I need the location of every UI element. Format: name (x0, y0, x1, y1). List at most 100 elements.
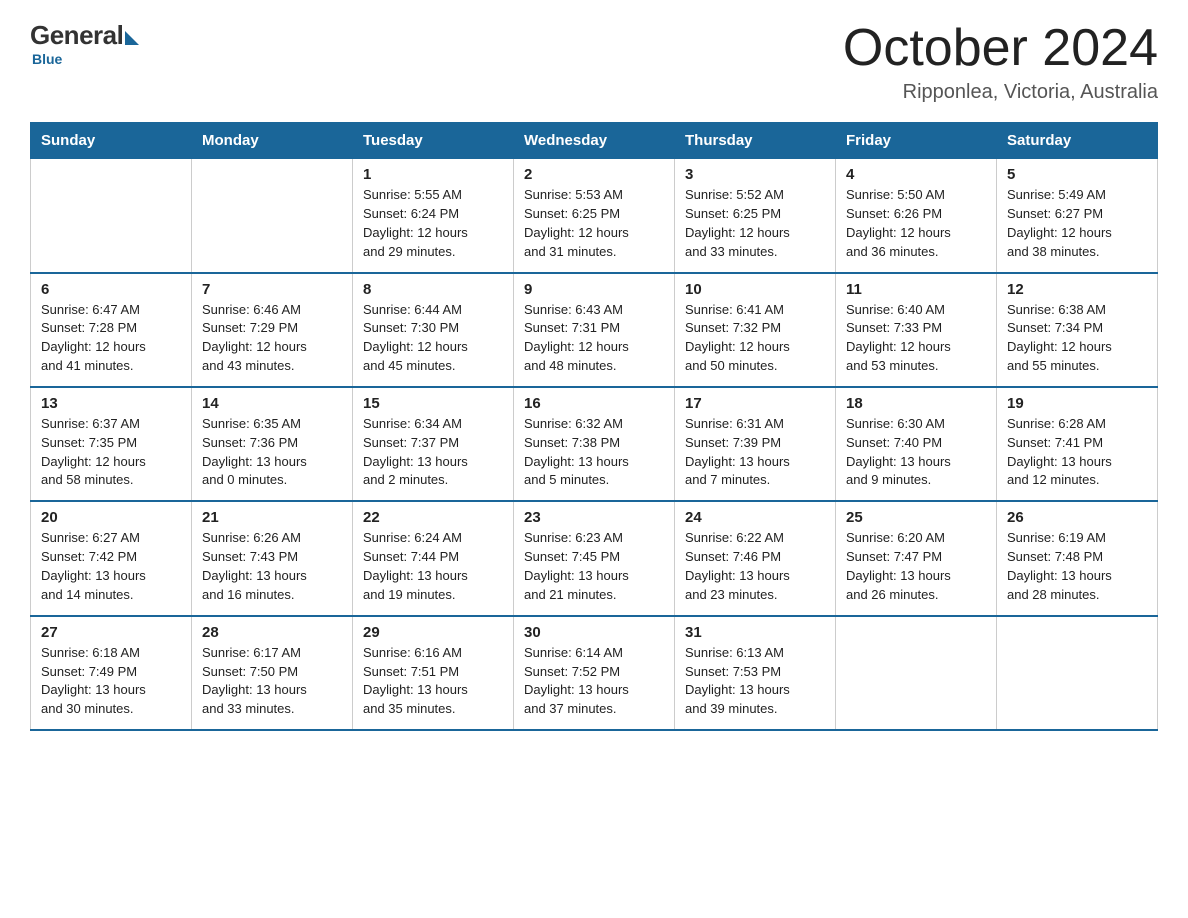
header-sunday: Sunday (31, 123, 192, 159)
calendar-cell: 9Sunrise: 6:43 AM Sunset: 7:31 PM Daylig… (514, 273, 675, 387)
header-tuesday: Tuesday (353, 123, 514, 159)
logo-blue-text: Blue (32, 51, 62, 67)
day-info: Sunrise: 6:44 AM Sunset: 7:30 PM Dayligh… (363, 301, 503, 376)
calendar-cell: 13 Sunrise: 6:37 AM Sunset: 7:35 PM Dayli… (31, 387, 192, 501)
calendar-cell: 18 Sunrise: 6:30 AM Sunset: 7:40 PM Dayli… (836, 387, 997, 501)
calendar-cell: 15 Sunrise: 6:34 AM Sunset: 7:37 PM Dayli… (353, 387, 514, 501)
day-info: Sunrise: 6:35 AM Sunset: 7:36 PM Dayligh… (202, 415, 342, 490)
day-number: 24 (685, 509, 825, 526)
calendar-cell: 30 Sunrise: 6:14 AM Sunset: 7:52 PM Dayli… (514, 616, 675, 730)
day-number: 5 (1007, 166, 1147, 183)
day-info: Sunrise: 6:28 AM Sunset: 7:41 PM Dayligh… (1007, 415, 1147, 490)
calendar-cell (31, 159, 192, 273)
calendar-cell: 1Sunrise: 5:55 AM Sunset: 6:24 PM Daylig… (353, 159, 514, 273)
day-number: 14 (202, 395, 342, 412)
day-info: Sunrise: 5:50 AM Sunset: 6:26 PM Dayligh… (846, 186, 986, 261)
day-info: Sunrise: 6:38 AM Sunset: 7:34 PM Dayligh… (1007, 301, 1147, 376)
calendar-cell: 25 Sunrise: 6:20 AM Sunset: 7:47 PM Dayli… (836, 501, 997, 615)
page-header: General Blue October 2024 Ripponlea, Vic… (30, 20, 1158, 104)
day-number: 8 (363, 281, 503, 298)
calendar-cell: 14 Sunrise: 6:35 AM Sunset: 7:36 PM Dayli… (192, 387, 353, 501)
day-info: Sunrise: 6:19 AM Sunset: 7:48 PM Dayligh… (1007, 529, 1147, 604)
calendar-cell: 19Sunrise: 6:28 AM Sunset: 7:41 PM Dayli… (997, 387, 1158, 501)
day-number: 31 (685, 624, 825, 641)
day-info: Sunrise: 6:41 AM Sunset: 7:32 PM Dayligh… (685, 301, 825, 376)
header-thursday: Thursday (675, 123, 836, 159)
day-number: 16 (524, 395, 664, 412)
day-number: 4 (846, 166, 986, 183)
logo: General Blue (30, 20, 139, 67)
day-info: Sunrise: 6:31 AM Sunset: 7:39 PM Dayligh… (685, 415, 825, 490)
day-info: Sunrise: 6:24 AM Sunset: 7:44 PM Dayligh… (363, 529, 503, 604)
day-number: 15 (363, 395, 503, 412)
day-info: Sunrise: 6:22 AM Sunset: 7:46 PM Dayligh… (685, 529, 825, 604)
day-number: 2 (524, 166, 664, 183)
day-number: 6 (41, 281, 181, 298)
calendar-cell: 28 Sunrise: 6:17 AM Sunset: 7:50 PM Dayli… (192, 616, 353, 730)
day-info: Sunrise: 6:14 AM Sunset: 7:52 PM Dayligh… (524, 644, 664, 719)
day-info: Sunrise: 5:55 AM Sunset: 6:24 PM Dayligh… (363, 186, 503, 261)
day-info: Sunrise: 6:40 AM Sunset: 7:33 PM Dayligh… (846, 301, 986, 376)
day-info: Sunrise: 6:30 AM Sunset: 7:40 PM Dayligh… (846, 415, 986, 490)
header-friday: Friday (836, 123, 997, 159)
day-number: 29 (363, 624, 503, 641)
day-number: 17 (685, 395, 825, 412)
calendar-cell: 17 Sunrise: 6:31 AM Sunset: 7:39 PM Dayli… (675, 387, 836, 501)
calendar-cell: 27Sunrise: 6:18 AM Sunset: 7:49 PM Dayli… (31, 616, 192, 730)
header-saturday: Saturday (997, 123, 1158, 159)
day-number: 20 (41, 509, 181, 526)
day-info: Sunrise: 6:18 AM Sunset: 7:49 PM Dayligh… (41, 644, 181, 719)
day-number: 26 (1007, 509, 1147, 526)
logo-arrow-icon (125, 31, 139, 45)
calendar-cell: 22 Sunrise: 6:24 AM Sunset: 7:44 PM Dayli… (353, 501, 514, 615)
calendar-cell: 24 Sunrise: 6:22 AM Sunset: 7:46 PM Dayli… (675, 501, 836, 615)
calendar-header-row: SundayMondayTuesdayWednesdayThursdayFrid… (31, 123, 1158, 159)
calendar-cell: 23Sunrise: 6:23 AM Sunset: 7:45 PM Dayli… (514, 501, 675, 615)
day-number: 11 (846, 281, 986, 298)
day-info: Sunrise: 6:17 AM Sunset: 7:50 PM Dayligh… (202, 644, 342, 719)
day-number: 30 (524, 624, 664, 641)
day-number: 12 (1007, 281, 1147, 298)
day-info: Sunrise: 6:16 AM Sunset: 7:51 PM Dayligh… (363, 644, 503, 719)
calendar-cell: 6Sunrise: 6:47 AM Sunset: 7:28 PM Daylig… (31, 273, 192, 387)
calendar-cell: 8 Sunrise: 6:44 AM Sunset: 7:30 PM Daylig… (353, 273, 514, 387)
calendar-cell: 3 Sunrise: 5:52 AM Sunset: 6:25 PM Daylig… (675, 159, 836, 273)
calendar-week-row: 27Sunrise: 6:18 AM Sunset: 7:49 PM Dayli… (31, 616, 1158, 730)
calendar-cell: 5 Sunrise: 5:49 AM Sunset: 6:27 PM Daylig… (997, 159, 1158, 273)
calendar-cell: 12 Sunrise: 6:38 AM Sunset: 7:34 PM Dayli… (997, 273, 1158, 387)
calendar-cell (192, 159, 353, 273)
day-number: 18 (846, 395, 986, 412)
calendar-cell (836, 616, 997, 730)
location-subtitle: Ripponlea, Victoria, Australia (843, 81, 1158, 104)
calendar-cell: 29 Sunrise: 6:16 AM Sunset: 7:51 PM Dayli… (353, 616, 514, 730)
day-info: Sunrise: 6:26 AM Sunset: 7:43 PM Dayligh… (202, 529, 342, 604)
calendar-week-row: 1Sunrise: 5:55 AM Sunset: 6:24 PM Daylig… (31, 159, 1158, 273)
day-info: Sunrise: 6:13 AM Sunset: 7:53 PM Dayligh… (685, 644, 825, 719)
day-info: Sunrise: 6:34 AM Sunset: 7:37 PM Dayligh… (363, 415, 503, 490)
day-number: 22 (363, 509, 503, 526)
day-number: 3 (685, 166, 825, 183)
day-info: Sunrise: 6:20 AM Sunset: 7:47 PM Dayligh… (846, 529, 986, 604)
calendar-week-row: 13 Sunrise: 6:37 AM Sunset: 7:35 PM Dayli… (31, 387, 1158, 501)
day-info: Sunrise: 6:32 AM Sunset: 7:38 PM Dayligh… (524, 415, 664, 490)
day-info: Sunrise: 6:37 AM Sunset: 7:35 PM Dayligh… (41, 415, 181, 490)
calendar-cell: 31 Sunrise: 6:13 AM Sunset: 7:53 PM Dayli… (675, 616, 836, 730)
calendar-week-row: 20Sunrise: 6:27 AM Sunset: 7:42 PM Dayli… (31, 501, 1158, 615)
calendar-cell: 26 Sunrise: 6:19 AM Sunset: 7:48 PM Dayli… (997, 501, 1158, 615)
header-monday: Monday (192, 123, 353, 159)
calendar-cell: 11 Sunrise: 6:40 AM Sunset: 7:33 PM Dayli… (836, 273, 997, 387)
calendar-cell: 16 Sunrise: 6:32 AM Sunset: 7:38 PM Dayli… (514, 387, 675, 501)
day-number: 21 (202, 509, 342, 526)
calendar-table: SundayMondayTuesdayWednesdayThursdayFrid… (30, 122, 1158, 731)
day-number: 25 (846, 509, 986, 526)
day-info: Sunrise: 6:43 AM Sunset: 7:31 PM Dayligh… (524, 301, 664, 376)
day-info: Sunrise: 5:49 AM Sunset: 6:27 PM Dayligh… (1007, 186, 1147, 261)
calendar-week-row: 6Sunrise: 6:47 AM Sunset: 7:28 PM Daylig… (31, 273, 1158, 387)
day-info: Sunrise: 6:46 AM Sunset: 7:29 PM Dayligh… (202, 301, 342, 376)
calendar-cell: 21 Sunrise: 6:26 AM Sunset: 7:43 PM Dayli… (192, 501, 353, 615)
calendar-cell: 20Sunrise: 6:27 AM Sunset: 7:42 PM Dayli… (31, 501, 192, 615)
day-number: 28 (202, 624, 342, 641)
header-wednesday: Wednesday (514, 123, 675, 159)
day-number: 13 (41, 395, 181, 412)
day-info: Sunrise: 5:52 AM Sunset: 6:25 PM Dayligh… (685, 186, 825, 261)
